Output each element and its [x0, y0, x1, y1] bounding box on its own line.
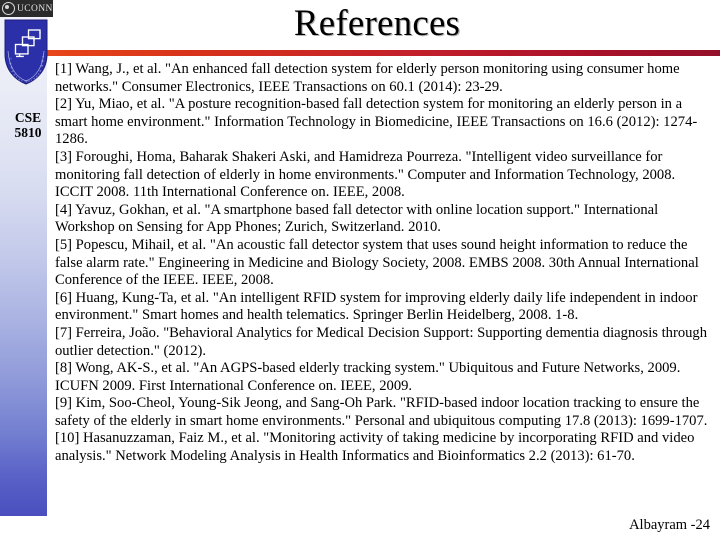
uconn-wordmark: UCONN	[17, 3, 53, 14]
department-course-label: CSE 5810	[3, 110, 53, 140]
reference-list: [1] Wang, J., et al. "An enhanced fall d…	[55, 61, 713, 466]
reference-item: [3] Foroughi, Homa, Baharak Shakeri Aski…	[55, 148, 676, 201]
reference-item: [10] Hasanuzzaman, Faiz M., et al. "Moni…	[55, 430, 695, 465]
cse-logo-block: C o m p u t e r S c i e n c e & E n CSE …	[3, 18, 49, 140]
uconn-seal-icon	[2, 2, 15, 15]
svg-text:S: S	[25, 79, 27, 83]
dept-line-2: 5810	[14, 125, 42, 141]
reference-item: [4] Yavuz, Gokhan, et al. "A smartphone …	[55, 201, 659, 236]
slide-title: References	[293, 3, 461, 44]
uconn-banner: UCONN	[0, 0, 53, 17]
title-divider-rule	[46, 50, 720, 56]
reference-item: [6] Huang, Kung-Ta, et al. "An intellige…	[55, 289, 698, 324]
reference-item: [5] Popescu, Mihail, et al. "An acoustic…	[55, 236, 699, 289]
slide-footer: Albayram -24	[629, 517, 710, 533]
reference-item: [7] Ferreira, João. "Behavioral Analytic…	[55, 324, 708, 359]
reference-item: [1] Wang, J., et al. "An enhanced fall d…	[55, 61, 680, 95]
reference-item: [9] Kim, Soo-Cheol, Young-Sik Jeong, and…	[55, 395, 708, 429]
cse-shield-icon: C o m p u t e r S c i e n c e & E n	[4, 19, 48, 85]
reference-item: [8] Wong, AK-S., et al. "An AGPS-based e…	[55, 360, 681, 394]
dept-line-1: CSE	[14, 110, 42, 125]
reference-item: [2] Yu, Miao, et al. "A posture recognit…	[55, 96, 698, 148]
slide-canvas: UCONN C o m p u t e r S c i e n c e & E …	[0, 0, 720, 540]
